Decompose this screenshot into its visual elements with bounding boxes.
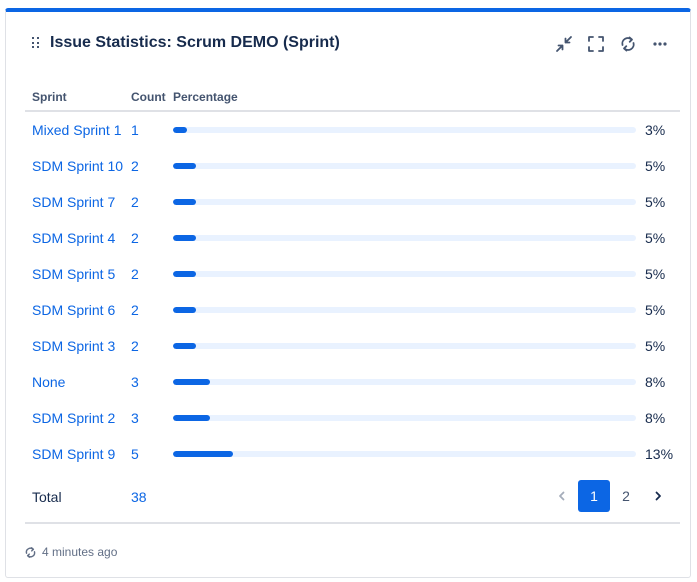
table-row: None 3 8% <box>25 364 680 400</box>
percentage-bar-fill <box>173 199 197 205</box>
percentage-bar-fill <box>173 343 197 349</box>
percentage-bar <box>173 307 636 313</box>
issue-count-link[interactable]: 2 <box>131 194 139 210</box>
table-row: SDM Sprint 6 2 5% <box>25 292 680 328</box>
percentage-value: 5% <box>645 194 666 210</box>
percentage-bar-fill <box>173 163 197 169</box>
table-row: SDM Sprint 10 2 5% <box>25 148 680 184</box>
chevron-right-icon <box>655 491 661 501</box>
minimize-button[interactable] <box>552 32 576 56</box>
percentage-bar-fill <box>173 307 197 313</box>
issue-count-link[interactable]: 3 <box>131 410 139 426</box>
fullscreen-button[interactable] <box>584 32 608 56</box>
issue-count-link[interactable]: 2 <box>131 158 139 174</box>
percentage-bar-fill <box>173 451 234 457</box>
total-label: Total <box>32 489 62 505</box>
total-count-link[interactable]: 38 <box>131 489 147 505</box>
totals-row: Total 38 1 2 <box>25 472 680 524</box>
percentage-bar <box>173 199 636 205</box>
statistics-table: Sprint Count Percentage Mixed Sprint 113… <box>25 84 680 524</box>
percentage-bar <box>173 127 636 133</box>
more-icon <box>653 42 667 46</box>
minimize-icon <box>556 36 572 52</box>
table-row: SDM Sprint 2 3 8% <box>25 400 680 436</box>
issue-statistics-gadget: Issue Statistics: Scrum DEMO (Sprint) Sp… <box>5 8 691 578</box>
table-header: Sprint Count Percentage <box>25 84 680 112</box>
percentage-bar-fill <box>173 235 197 241</box>
sprint-link[interactable]: SDM Sprint 9 <box>32 446 115 462</box>
percentage-bar <box>173 343 636 349</box>
percentage-value: 8% <box>645 410 666 426</box>
percentage-bar <box>173 451 636 457</box>
percentage-bar <box>173 271 636 277</box>
table-row: SDM Sprint 7 2 5% <box>25 184 680 220</box>
sprint-link[interactable]: None <box>32 374 65 390</box>
sprint-link[interactable]: SDM Sprint 2 <box>32 410 115 426</box>
table-body: Mixed Sprint 1 1 3% SDM Sprint 10 2 5% SDM Spr… <box>25 112 680 472</box>
sprint-link[interactable]: Mixed Sprint 1 <box>32 122 121 138</box>
drag-handle-icon[interactable] <box>32 37 40 49</box>
percentage-value: 5% <box>645 158 666 174</box>
table-row: SDM Sprint 4 2 5% <box>25 220 680 256</box>
percentage-value: 5% <box>645 302 666 318</box>
sprint-link[interactable]: SDM Sprint 3 <box>32 338 115 354</box>
refresh-icon <box>25 546 36 558</box>
issue-count-link[interactable]: 3 <box>131 374 139 390</box>
more-button[interactable] <box>648 32 672 56</box>
percentage-value: 3% <box>645 122 666 138</box>
table-row: Mixed Sprint 1 1 3% <box>25 112 680 148</box>
sprint-link[interactable]: SDM Sprint 4 <box>32 230 115 246</box>
table-row: SDM Sprint 9 5 13% <box>25 436 680 472</box>
percentage-bar <box>173 415 636 421</box>
chevron-left-icon <box>559 491 565 501</box>
percentage-value: 5% <box>645 230 666 246</box>
issue-count-link[interactable]: 2 <box>131 302 139 318</box>
table-row: SDM Sprint 5 2 5% <box>25 256 680 292</box>
percentage-bar <box>173 235 636 241</box>
percentage-value: 8% <box>645 374 666 390</box>
next-page-button[interactable] <box>642 480 674 512</box>
percentage-bar <box>173 163 636 169</box>
issue-count-link[interactable]: 2 <box>131 338 139 354</box>
percentage-value: 5% <box>645 338 666 354</box>
percentage-bar <box>173 379 636 385</box>
gadget-header: Issue Statistics: Scrum DEMO (Sprint) <box>6 12 690 76</box>
percentage-bar-fill <box>173 415 211 421</box>
percentage-bar-fill <box>173 127 187 133</box>
sprint-link[interactable]: SDM Sprint 6 <box>32 302 115 318</box>
issue-count-link[interactable]: 2 <box>131 230 139 246</box>
page-2-button[interactable]: 2 <box>610 480 642 512</box>
gadget-title: Issue Statistics: Scrum DEMO (Sprint) <box>50 34 340 51</box>
issue-count-link[interactable]: 5 <box>131 446 139 462</box>
table-row: SDM Sprint 3 2 5% <box>25 328 680 364</box>
percentage-value: 5% <box>645 266 666 282</box>
issue-count-link[interactable]: 2 <box>131 266 139 282</box>
last-updated-text: 4 minutes ago <box>42 545 118 559</box>
issue-count-link[interactable]: 1 <box>131 122 139 138</box>
column-header-sprint: Sprint <box>32 90 67 104</box>
percentage-value: 13% <box>645 446 674 462</box>
refresh-icon <box>621 36 635 52</box>
refresh-button[interactable] <box>616 32 640 56</box>
percentage-bar-fill <box>173 379 211 385</box>
percentage-bar-fill <box>173 271 197 277</box>
gadget-actions <box>552 32 672 56</box>
sprint-link[interactable]: SDM Sprint 5 <box>32 266 115 282</box>
pagination: 1 2 <box>546 480 674 512</box>
previous-page-button[interactable] <box>546 480 578 512</box>
fullscreen-icon <box>588 36 604 52</box>
sprint-link[interactable]: SDM Sprint 10 <box>32 158 123 174</box>
page-1-button[interactable]: 1 <box>578 480 610 512</box>
column-header-count: Count <box>131 90 166 104</box>
column-header-percentage: Percentage <box>173 90 238 104</box>
gadget-footer: 4 minutes ago <box>24 545 117 559</box>
sprint-link[interactable]: SDM Sprint 7 <box>32 194 115 210</box>
